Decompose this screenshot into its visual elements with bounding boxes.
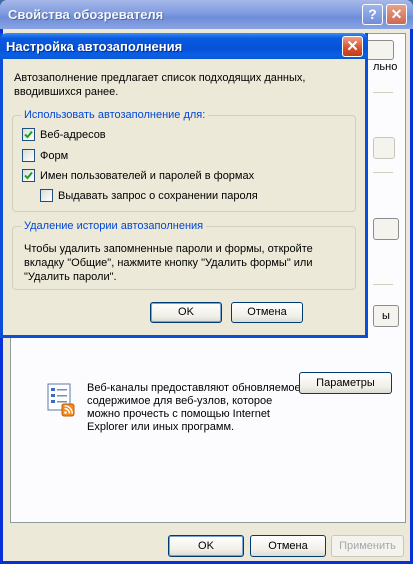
outer-window-title: Свойства обозревателя [8, 7, 164, 22]
feeds-description: Веб-каналы предоставляют обновляемое сод… [87, 382, 301, 433]
help-icon[interactable]: ? [362, 4, 383, 25]
hidden-button-disabled[interactable] [373, 137, 395, 159]
usernames-passwords-label: Имен пользователей и паролей в формах [40, 170, 255, 182]
close-icon[interactable]: ✕ [386, 4, 407, 25]
use-autocomplete-group: Использовать автозаполнение для: Веб-адр… [12, 108, 356, 212]
partial-tab-label: льно [373, 61, 398, 73]
usernames-passwords-checkbox[interactable] [22, 169, 35, 182]
divider [373, 284, 393, 285]
delete-history-group: Удаление истории автозаполнения Чтобы уд… [12, 219, 356, 290]
ok-button[interactable]: OK [168, 535, 244, 557]
prompt-save-password-label: Выдавать запрос о сохранении пароля [58, 190, 258, 202]
hidden-button-middle[interactable] [373, 218, 399, 240]
cancel-button[interactable]: Отмена [250, 535, 326, 557]
prompt-save-password-checkbox[interactable] [40, 189, 53, 202]
dialog-title: Настройка автозаполнения [6, 39, 183, 54]
checkmark-icon [24, 171, 33, 180]
web-addresses-label: Веб-адресов [40, 129, 106, 141]
partial-button-label: ы [382, 310, 390, 322]
apply-button[interactable]: Применить [331, 535, 404, 557]
dialog-ok-button[interactable]: OK [150, 302, 222, 323]
use-autocomplete-group-title: Использовать автозаполнение для: [21, 108, 209, 122]
hidden-button-top[interactable] [366, 40, 394, 60]
divider [373, 172, 393, 173]
checkmark-icon [24, 130, 33, 139]
web-addresses-checkbox[interactable] [22, 128, 35, 141]
feeds-icon [47, 383, 75, 417]
feeds-settings-button[interactable]: Параметры [299, 372, 392, 394]
hidden-button-lower[interactable]: ы [373, 305, 399, 327]
forms-label: Форм [40, 150, 69, 162]
delete-history-group-title: Удаление истории автозаполнения [21, 219, 207, 233]
dialog-titlebar[interactable]: Настройка автозаполнения ✕ [0, 33, 368, 59]
outer-titlebar[interactable]: Свойства обозревателя ? ✕ [0, 0, 413, 29]
dialog-intro-text: Автозаполнение предлагает список подходя… [14, 72, 306, 98]
divider [373, 92, 393, 93]
autocomplete-settings-dialog: Настройка автозаполнения ✕ Автозаполнени… [0, 33, 368, 338]
delete-history-text: Чтобы удалить запомненные пароли и формы… [24, 243, 313, 283]
dialog-close-icon[interactable]: ✕ [342, 36, 363, 57]
dialog-cancel-button[interactable]: Отмена [231, 302, 303, 323]
forms-checkbox[interactable] [22, 149, 35, 162]
